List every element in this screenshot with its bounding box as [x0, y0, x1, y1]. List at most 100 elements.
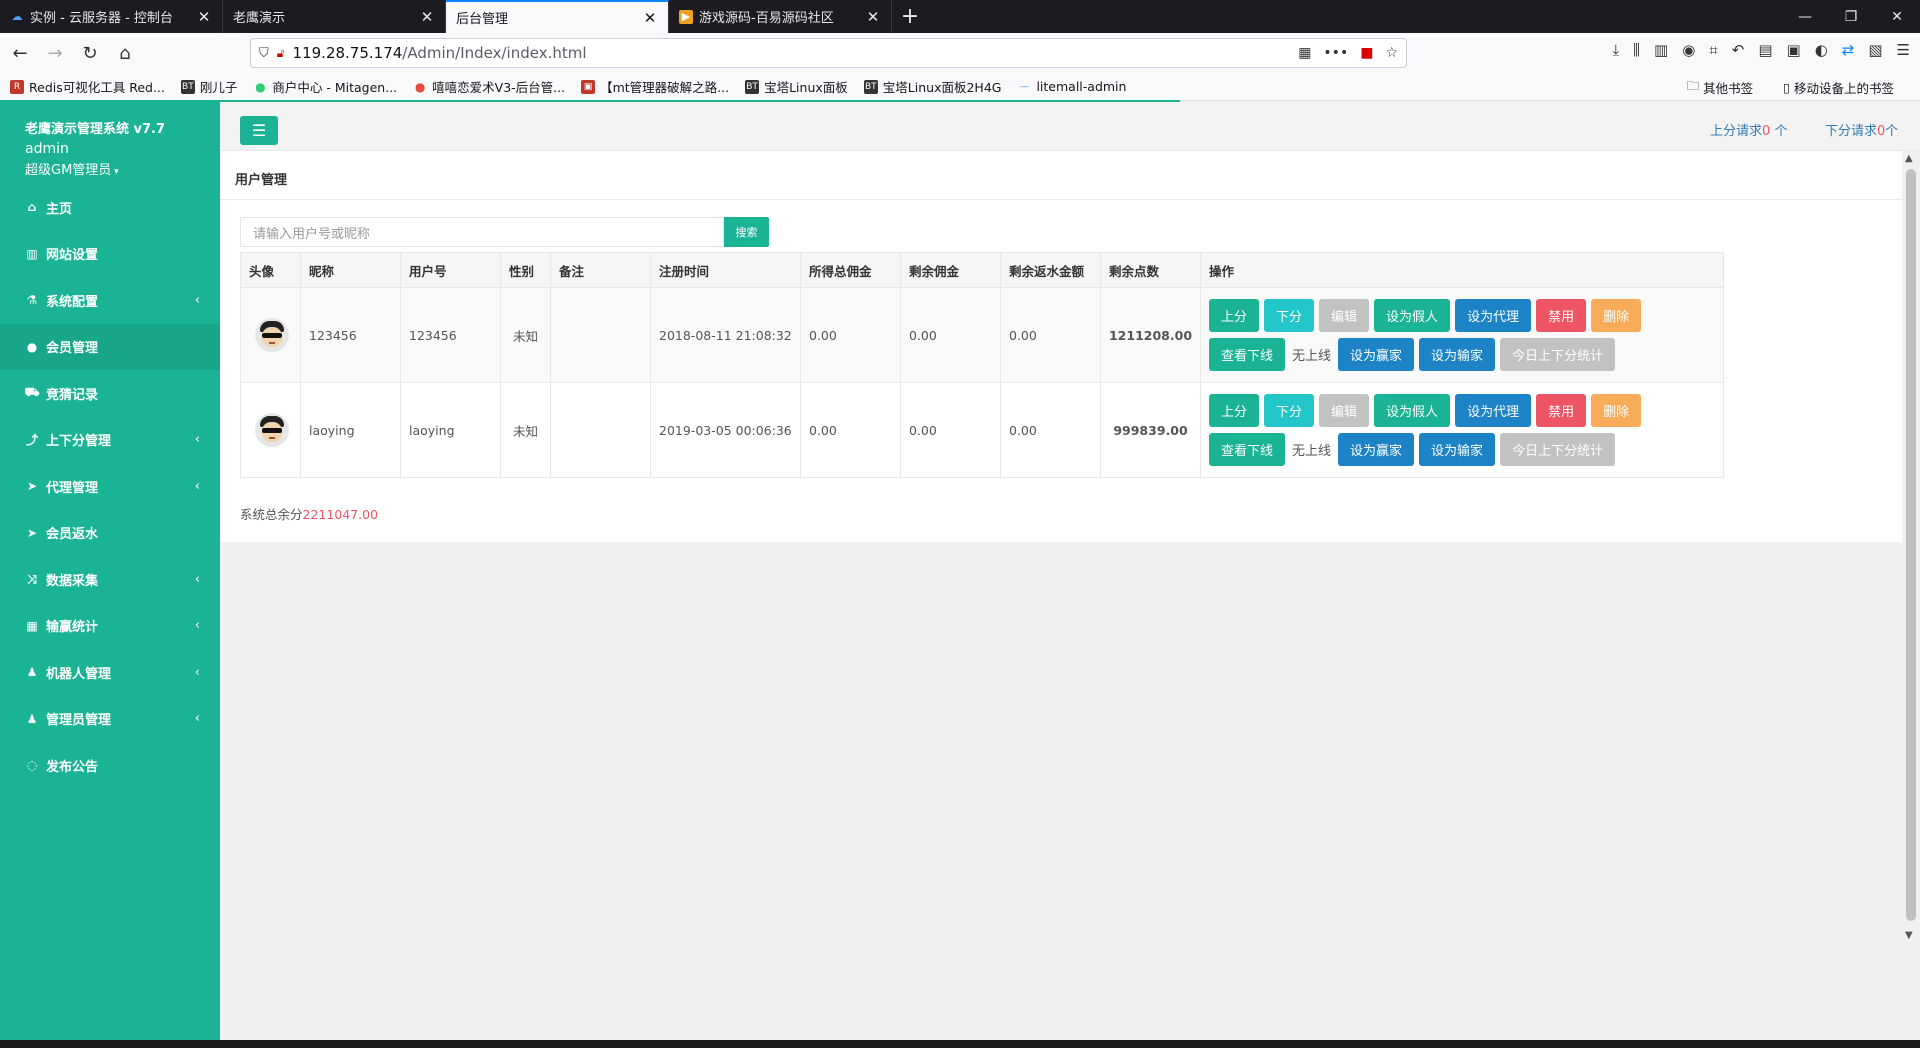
bookmark-item[interactable]: BT 宝塔Linux面板2H4G — [863, 77, 1001, 96]
home-icon[interactable]: ⌂ — [110, 38, 140, 68]
url-bar[interactable]: ⛉ 🔓︎ 119.28.75.174/Admin/Index/index.htm… — [250, 38, 1407, 68]
sidebar-item-10[interactable]: ♟ 机器人管理 ‹ — [0, 649, 220, 696]
columns-icon: ▥ — [26, 246, 38, 261]
menu-icon[interactable]: ☰ — [1897, 41, 1910, 59]
sync-icon[interactable]: ⇄ — [1842, 41, 1855, 59]
system-total: 系统总余分2211047.00 — [240, 507, 379, 522]
no-upline-label: 无上线 — [1292, 349, 1332, 364]
today-stats-button[interactable]: 今日上下分统计 — [1500, 433, 1616, 466]
account-icon[interactable]: ◉ — [1682, 41, 1695, 59]
user-role-dropdown[interactable]: 超级GM管理员 ▾ — [0, 157, 220, 178]
back-icon[interactable]: ← — [5, 38, 35, 68]
extension-icon[interactable]: ▧ — [1868, 41, 1882, 59]
disable-button[interactable]: 禁用 — [1536, 299, 1587, 332]
edit-button[interactable]: 编辑 — [1319, 299, 1370, 332]
bookmark-item[interactable]: ▣ 【mt管理器破解之路... — [581, 77, 729, 96]
set-loser-button[interactable]: 设为输家 — [1419, 433, 1496, 466]
bookmark-item[interactable]: — litemall-admin — [1017, 79, 1127, 94]
sidebar-item-6[interactable]: ➤ 代理管理 ‹ — [0, 463, 220, 510]
bookmark-item[interactable]: R Redis可视化工具 Red... — [10, 77, 165, 96]
sidebar-item-1[interactable]: ▥ 网站设置 — [0, 231, 220, 278]
close-window-icon[interactable]: ✕ — [1874, 0, 1920, 33]
sidebar-item-11[interactable]: ♟ 管理员管理 ‹ — [0, 696, 220, 743]
sidebar-item-12[interactable]: ◌ 发布公告 — [0, 742, 220, 789]
screenshot-icon[interactable]: ⌗ — [1709, 41, 1717, 59]
bookmark-folder-other[interactable]: 🗀︎ 其他书签 — [1687, 77, 1754, 98]
sidebar-toggle-icon[interactable]: ▥ — [1654, 41, 1668, 59]
tab-label: 后台管理 — [456, 12, 509, 27]
deduct-points-button[interactable]: 下分 — [1264, 299, 1315, 332]
star-icon[interactable]: ☆ — [1385, 45, 1398, 61]
browser-tab-1[interactable]: ☁ 实例 - 云服务器 - 控制台 ✕ — [0, 0, 223, 33]
view-downline-button[interactable]: 查看下线 — [1209, 433, 1286, 466]
scroll-down-icon[interactable]: ▼ — [1905, 930, 1913, 941]
search-button[interactable]: 搜索 — [724, 217, 769, 247]
close-icon[interactable]: ✕ — [642, 9, 658, 27]
undo-icon[interactable]: ↶ — [1732, 41, 1745, 59]
sidebar-item-9[interactable]: ▦ 输赢统计 ‹ — [0, 603, 220, 650]
tab-label: 游戏源码-百易源码社区 — [699, 11, 834, 26]
minimize-icon[interactable]: — — [1782, 0, 1828, 33]
close-icon[interactable]: ✕ — [865, 8, 881, 26]
library-icon[interactable]: ⫼ — [1633, 41, 1640, 59]
close-icon[interactable]: ✕ — [419, 8, 435, 26]
extension-icon[interactable]: ▤ — [1758, 41, 1772, 59]
note-cell — [550, 382, 651, 478]
scrollbar-thumb[interactable] — [1906, 169, 1916, 921]
extension-icon[interactable]: ◐ — [1815, 41, 1828, 59]
today-stats-button[interactable]: 今日上下分统计 — [1500, 338, 1616, 371]
browser-tab-2[interactable]: 老鹰演示 ✕ — [223, 0, 446, 33]
edit-button[interactable]: 编辑 — [1319, 394, 1370, 427]
flag-icon[interactable]: ■ — [1360, 45, 1373, 61]
menu-toggle-button[interactable]: ☰ — [240, 116, 278, 145]
bookmark-item[interactable]: BT 宝塔Linux面板 — [745, 77, 848, 96]
add-points-button[interactable]: 上分 — [1209, 394, 1260, 427]
download-icon[interactable]: ⤓ — [1612, 41, 1619, 59]
reload-icon[interactable]: ↻ — [75, 38, 105, 68]
set-winner-button[interactable]: 设为赢家 — [1338, 433, 1415, 466]
add-points-button[interactable]: 上分 — [1209, 299, 1260, 332]
forward-icon[interactable]: → — [40, 38, 70, 68]
browser-tab-4[interactable]: ▶ 游戏源码-百易源码社区 ✕ — [669, 0, 892, 33]
up-request-link[interactable]: 上分请求0 个 — [1710, 120, 1787, 139]
sidebar-item-0[interactable]: ⌂ 主页 — [0, 184, 220, 231]
sidebar-item-8[interactable]: ⤨ 数据采集 ‹ — [0, 556, 220, 603]
bookmark-item[interactable]: BT 刚儿子 — [180, 77, 237, 96]
column-header: 昵称 — [300, 252, 401, 288]
set-fake-button[interactable]: 设为假人 — [1374, 299, 1451, 332]
set-agent-button[interactable]: 设为代理 — [1455, 299, 1532, 332]
down-request-link[interactable]: 下分请求0个 — [1825, 120, 1898, 139]
deduct-points-button[interactable]: 下分 — [1264, 394, 1315, 427]
sidebar-item-2[interactable]: ⚗ 系统配置 ‹ — [0, 277, 220, 324]
set-winner-button[interactable]: 设为赢家 — [1338, 338, 1415, 371]
car-icon: ⛟ — [24, 385, 40, 400]
shield-icon[interactable]: ⛉ — [259, 46, 269, 61]
more-icon[interactable]: ••• — [1323, 45, 1348, 61]
bookmark-folder-mobile[interactable]: ▯ 移动设备上的书签 — [1783, 78, 1894, 97]
sidebar-item-label: 会员返水 — [46, 527, 99, 543]
insecure-lock-icon[interactable]: 🔓︎ — [277, 46, 285, 61]
tab-label: 实例 - 云服务器 - 控制台 — [30, 11, 173, 26]
browser-tab-3[interactable]: 后台管理 ✕ — [446, 0, 669, 33]
view-downline-button[interactable]: 查看下线 — [1209, 338, 1286, 371]
set-fake-button[interactable]: 设为假人 — [1374, 394, 1451, 427]
restore-icon[interactable]: ❐ — [1828, 0, 1874, 33]
search-input[interactable]: 请输入用户号或昵称 — [240, 217, 724, 247]
scroll-up-icon[interactable]: ▲ — [1905, 153, 1913, 164]
qr-code-icon[interactable]: ▦ — [1298, 45, 1311, 61]
disable-button[interactable]: 禁用 — [1536, 394, 1587, 427]
bookmark-item[interactable]: ● 嘻嘻恋爱术V3-后台管... — [413, 77, 565, 96]
close-icon[interactable]: ✕ — [196, 8, 212, 26]
sidebar-item-4[interactable]: ⛟ 竞猜记录 — [0, 370, 220, 417]
bookmark-item[interactable]: ● 商户中心 - Mitagen... — [253, 77, 397, 96]
sidebar-item-3[interactable]: ● 会员管理 — [0, 323, 220, 370]
delete-button[interactable]: 删除 — [1591, 394, 1642, 427]
set-loser-button[interactable]: 设为输家 — [1419, 338, 1496, 371]
page-scrollbar[interactable]: ▲ ▼ — [1902, 151, 1920, 943]
delete-button[interactable]: 删除 — [1591, 299, 1642, 332]
sidebar-item-7[interactable]: ➤ 会员返水 — [0, 510, 220, 557]
sidebar-item-5[interactable]: ⤴ 上下分管理 ‹ — [0, 417, 220, 464]
new-tab-button[interactable]: + — [892, 0, 928, 33]
set-agent-button[interactable]: 设为代理 — [1455, 394, 1532, 427]
extension-icon[interactable]: ▣ — [1787, 41, 1801, 59]
